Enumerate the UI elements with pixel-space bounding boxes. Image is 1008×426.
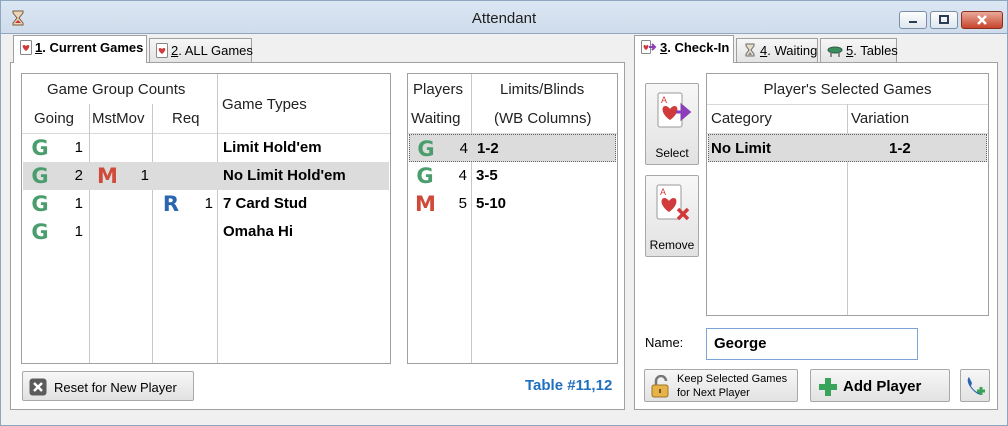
players-waiting-count: 4 [458,167,467,184]
limit-badge: M [415,192,436,216]
header-mstmov[interactable]: MstMov [92,110,145,127]
going-count: 1 [74,223,83,240]
close-icon [977,15,987,25]
game-type: Limit Hold'em [223,139,322,156]
header-going[interactable]: Going [34,110,74,127]
check-in-panel: A Select A Remove Player's Selected Game… [634,62,998,410]
players-waiting-count: 5 [458,195,467,212]
tab-all-games[interactable]: 2. ALL Games [149,38,253,62]
close-button[interactable] [961,11,1003,29]
game-group-grid: Game Group Counts Going MstMov Req Game … [21,73,391,364]
tab-label: . Waiting [767,43,818,58]
header-req[interactable]: Req [172,110,200,127]
svg-text:A: A [661,95,667,105]
current-games-panel: Game Group Counts Going MstMov Req Game … [10,62,625,410]
limits-grid: Players Waiting Limits/Blinds (WB Column… [407,73,618,364]
header-wb-columns[interactable]: (WB Columns) [494,110,592,127]
tab-label: . Check-In [667,40,730,55]
remove-card-icon: A [656,184,690,221]
minimize-button[interactable] [899,11,927,29]
add-phone-contact-button[interactable] [960,369,990,402]
minimize-icon [909,21,917,23]
header-category[interactable]: Category [711,110,772,127]
maximize-icon [939,15,949,24]
req-badge: R [162,192,180,216]
select-card-icon: A [657,92,692,128]
mstmov-count: 1 [140,167,149,184]
header-game-types[interactable]: Game Types [222,96,307,113]
header-waiting[interactable]: Waiting [411,110,460,127]
req-count: 1 [204,195,213,212]
plus-icon [819,378,837,396]
phone-add-icon [967,377,985,395]
table-row[interactable]: G 1 Omaha Hi [23,218,389,246]
tab-tables[interactable]: 5. Tables [820,38,898,62]
tab-check-in[interactable]: 3. Check-In [634,35,734,63]
svg-text:A: A [660,187,666,197]
remove-button[interactable]: A Remove [645,175,699,257]
category-value: No Limit [711,140,771,157]
game-type: Omaha Hi [223,223,294,240]
table-label: Table #11,12 [525,377,613,394]
players-waiting-count: 4 [459,140,468,157]
reset-button[interactable]: Reset for New Player [22,371,194,401]
window-title: Attendant [471,10,537,27]
table-row[interactable]: G 2 M 1 No Limit Hold'em [23,162,389,190]
select-button[interactable]: A Select [645,83,699,165]
add-player-button[interactable]: Add Player [810,369,950,402]
game-type: No Limit Hold'em [223,167,346,184]
going-badge: G [31,164,49,188]
table-row[interactable]: G 1 R 1 7 Card Stud [23,190,389,218]
tab-current-games[interactable]: 1. Current Games [13,35,147,63]
add-player-label: Add Player [843,378,922,395]
selected-games-grid: Player's Selected Games Category Variati… [706,73,989,316]
name-label: Name: [645,335,684,350]
going-count: 1 [74,139,83,156]
delete-icon [29,378,47,396]
heart-card-icon [156,43,168,58]
header-limits-blinds[interactable]: Limits/Blinds [500,81,584,98]
tab-label: . Tables [853,43,898,58]
remove-button-label: Remove [649,238,695,252]
table-row[interactable]: G 4 1-2 [409,134,616,162]
limit-value: 1-2 [477,140,499,157]
header-players[interactable]: Players [413,81,463,98]
tab-label: . ALL Games [178,43,253,58]
mstmov-badge: M [97,164,118,188]
header-game-group-counts: Game Group Counts [47,81,186,98]
title-bar: Attendant [0,0,1008,34]
keep-button-line2: for Next Player [677,387,750,399]
going-count: 2 [74,167,83,184]
name-input[interactable]: George [706,328,918,360]
col-divider [471,74,472,363]
poker-table-icon [827,46,843,57]
heart-card-icon [20,40,32,55]
limit-badge: G [416,164,434,188]
unlocked-padlock-icon [651,375,669,398]
check-in-icon [641,40,657,54]
limit-value: 5-10 [476,195,507,212]
limit-badge: G [417,137,435,161]
selected-games-title: Player's Selected Games [763,81,932,98]
limit-value: 3-5 [476,167,498,184]
hourglass-icon [745,43,755,57]
header-variation[interactable]: Variation [851,110,909,127]
variation-value: 1-2 [889,140,911,157]
game-type: 7 Card Stud [223,195,308,212]
table-row[interactable]: G 1 Limit Hold'em [23,134,389,162]
going-badge: G [31,220,49,244]
tab-label: . Current Games [42,40,144,55]
going-badge: G [31,136,49,160]
table-row[interactable]: G 4 3-5 [409,162,616,190]
select-button-label: Select [655,146,689,160]
going-badge: G [31,192,49,216]
keep-button-line1: Keep Selected Games [677,373,788,385]
maximize-button[interactable] [930,11,958,29]
going-count: 1 [74,195,83,212]
table-row[interactable]: M 5 5-10 [409,190,616,218]
reset-button-label: Reset for New Player [54,380,177,395]
keep-selected-games-button[interactable]: Keep Selected Games for Next Player [644,369,798,402]
table-row[interactable]: No Limit 1-2 [708,134,987,162]
tab-waiting[interactable]: 4. Waiting [736,38,818,62]
